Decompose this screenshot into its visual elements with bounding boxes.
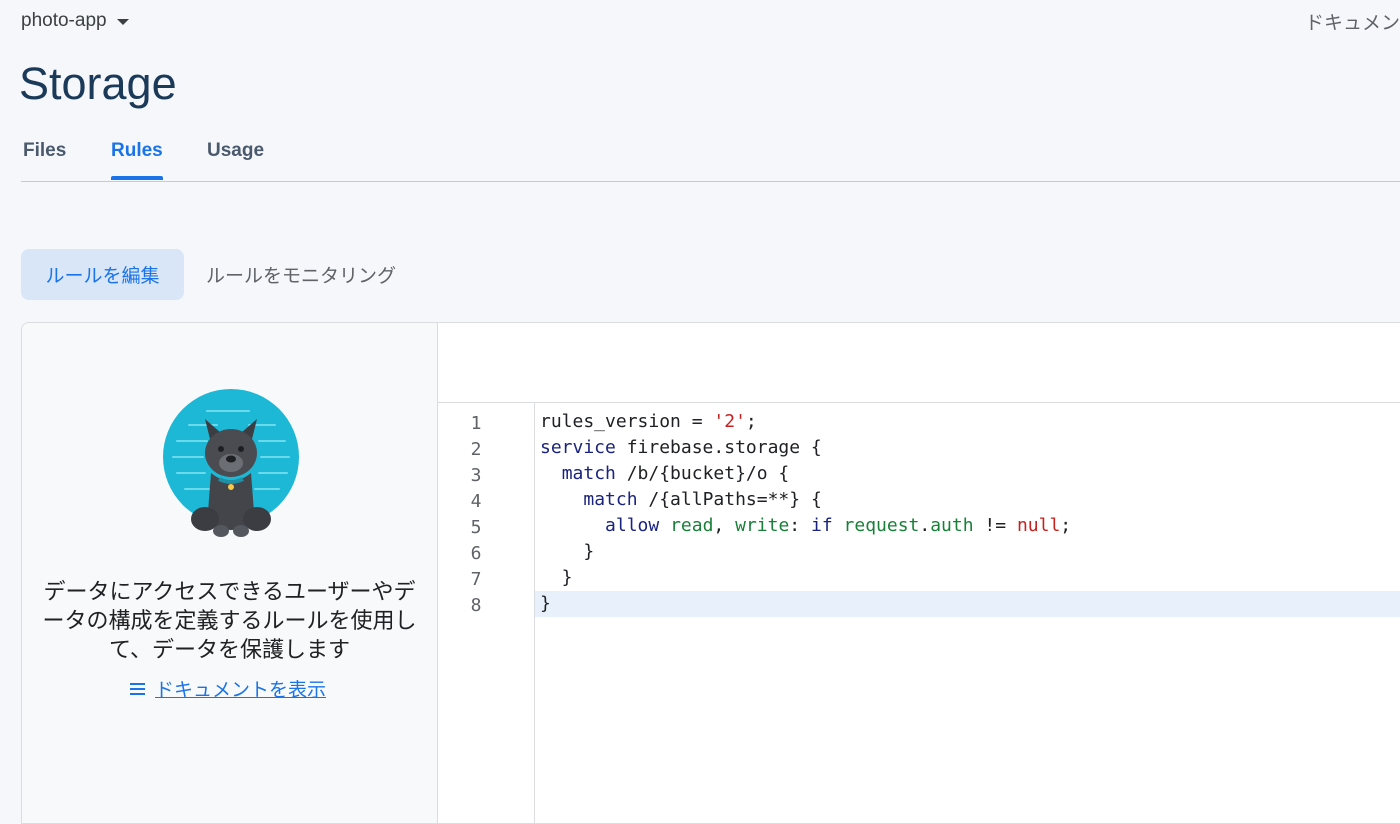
dropdown-caret-icon xyxy=(116,19,129,25)
view-docs-link[interactable]: ドキュメントを表示 xyxy=(130,675,326,702)
notes-icon xyxy=(130,680,145,698)
project-selector[interactable]: photo-app xyxy=(21,10,129,32)
line-number: 2 xyxy=(470,439,482,460)
code-line: match /b/{bucket}/o { xyxy=(561,463,790,484)
dog-illustration xyxy=(163,389,299,537)
view-docs-label: ドキュメントを表示 xyxy=(155,680,327,701)
tab-bar: Files Rules Usage xyxy=(21,140,1400,182)
tab-files[interactable]: Files xyxy=(23,140,66,162)
editor-toolbar xyxy=(438,323,1400,403)
project-name: photo-app xyxy=(21,10,107,31)
tab-rules[interactable]: Rules xyxy=(111,140,163,180)
line-number: 3 xyxy=(470,465,482,486)
code-area[interactable]: rules_version = '2'; service firebase.st… xyxy=(535,403,1400,823)
line-number: 5 xyxy=(470,517,482,538)
docs-link[interactable]: ドキュメン xyxy=(1305,8,1400,35)
code-line: rules_version = '2'; xyxy=(540,411,757,432)
code-line: match /{allPaths=**} { xyxy=(583,489,822,510)
line-number: 8 xyxy=(470,595,482,616)
line-number: 7 xyxy=(470,569,482,590)
rules-description: データにアクセスできるユーザーやデータの構成を定義するルールを使用して、データを… xyxy=(42,579,417,662)
rules-editor[interactable]: 1 2 3 4 5 6 7 8 rules_version = '2'; ser… xyxy=(438,323,1400,823)
line-number-gutter: 1 2 3 4 5 6 7 8 xyxy=(438,403,535,823)
line-number: 6 xyxy=(470,543,482,564)
line-number: 4 xyxy=(470,491,482,512)
code-line: service firebase.storage { xyxy=(540,437,822,458)
info-pane: データにアクセスできるユーザーやデータの構成を定義するルールを使用して、データを… xyxy=(22,323,438,823)
code-line: } xyxy=(540,567,573,588)
code-line: } xyxy=(540,541,595,562)
edit-rules-button[interactable]: ルールを編集 xyxy=(21,249,184,300)
code-line: allow read, write: if request.auth != nu… xyxy=(605,515,1072,536)
code-line-current: } xyxy=(535,591,1400,617)
tab-usage[interactable]: Usage xyxy=(207,140,264,162)
line-number: 1 xyxy=(470,413,482,434)
rules-panel: データにアクセスできるユーザーやデータの構成を定義するルールを使用して、データを… xyxy=(21,322,1400,824)
monitor-rules-button[interactable]: ルールをモニタリング xyxy=(206,261,396,288)
page-title: Storage xyxy=(19,58,177,109)
